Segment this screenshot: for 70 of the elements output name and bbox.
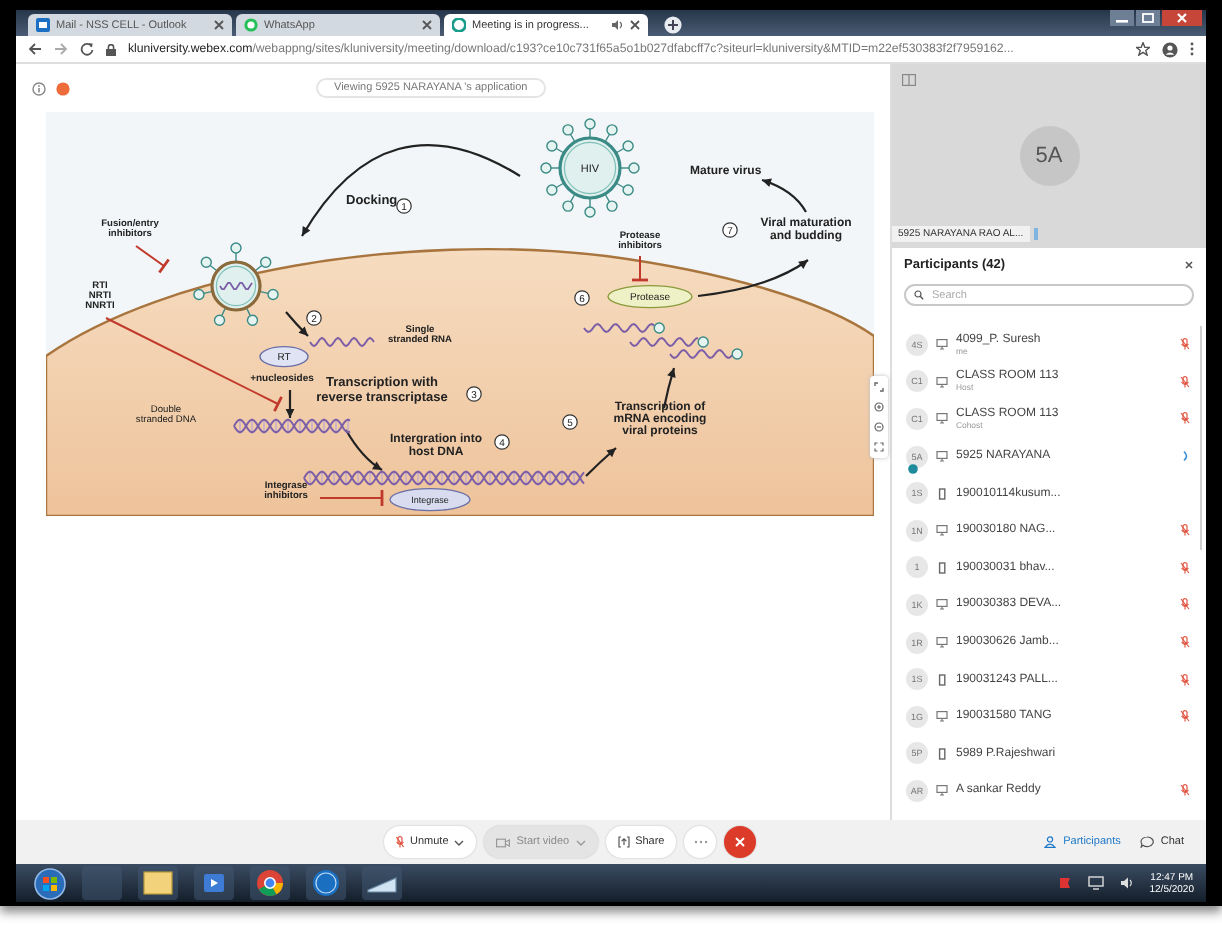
- avatar-initials: 5A: [1019, 126, 1079, 186]
- arrow: [761, 178, 807, 213]
- back-icon[interactable]: [28, 42, 42, 56]
- search-icon: [914, 290, 924, 300]
- speech-bubble-icon: [1140, 836, 1155, 848]
- muted-mic-icon[interactable]: [1180, 673, 1190, 686]
- dna-helix-drawing: [233, 418, 351, 434]
- forward-icon[interactable]: [54, 42, 68, 56]
- arrow: [585, 447, 617, 477]
- close-icon[interactable]: [630, 20, 640, 30]
- audio-wave-icon[interactable]: [1182, 450, 1190, 463]
- muted-mic-icon[interactable]: [1180, 598, 1190, 611]
- muted-mic-icon[interactable]: [1180, 710, 1190, 723]
- round-logo-icon[interactable]: [250, 866, 290, 900]
- close-icon: [734, 836, 747, 848]
- scanner-icon[interactable]: [362, 866, 402, 900]
- mail-icon: [36, 18, 50, 32]
- muted-mic-icon[interactable]: [1180, 412, 1190, 425]
- scrollbar[interactable]: [1199, 326, 1202, 550]
- close-icon[interactable]: [422, 20, 432, 30]
- expand-icon[interactable]: [874, 382, 884, 392]
- new-tab-button[interactable]: [664, 16, 682, 34]
- muted-mic-icon[interactable]: [1180, 338, 1190, 351]
- account-icon[interactable]: [1162, 41, 1178, 57]
- bar-icon: [1033, 228, 1038, 240]
- close-icon[interactable]: [1184, 259, 1194, 269]
- speaker-icon[interactable]: [612, 20, 624, 30]
- layout-icon[interactable]: [902, 74, 916, 86]
- info-icon[interactable]: [32, 81, 46, 95]
- maximize-icon[interactable]: [1136, 10, 1160, 26]
- speaker-icon[interactable]: [1119, 876, 1134, 890]
- muted-mic-icon[interactable]: [1180, 784, 1190, 797]
- muted-mic-icon[interactable]: [1180, 524, 1190, 537]
- folder-icon[interactable]: [138, 866, 178, 900]
- reload-icon[interactable]: [80, 42, 94, 56]
- rna-strand-drawing: [309, 336, 375, 348]
- inhibitor-line: [319, 490, 384, 506]
- arrow: [285, 390, 295, 418]
- round-logo-icon[interactable]: [306, 866, 346, 900]
- leave-button[interactable]: [724, 826, 757, 858]
- arrow: [285, 311, 309, 337]
- camera-icon: [496, 837, 511, 847]
- zoom-in-icon[interactable]: [874, 402, 884, 412]
- inhibitor-line: [632, 255, 648, 282]
- arrow: [345, 429, 383, 471]
- close-icon[interactable]: [214, 20, 224, 30]
- lock-icon: [106, 43, 116, 55]
- minimize-icon[interactable]: [1110, 10, 1134, 26]
- status-dot-icon: [56, 81, 70, 95]
- muted-mic-icon[interactable]: [1180, 561, 1190, 574]
- network-icon[interactable]: [1087, 876, 1104, 890]
- muted-mic-icon[interactable]: [1180, 636, 1190, 649]
- virus-drawing: [193, 242, 279, 326]
- muted-mic-icon: [396, 836, 404, 848]
- share-screen-icon: [617, 836, 630, 848]
- flag-icon[interactable]: [1057, 876, 1072, 890]
- media-player-icon[interactable]: [194, 866, 234, 900]
- start-button[interactable]: [34, 867, 66, 899]
- virus-drawing: [540, 118, 640, 218]
- caret-icon[interactable]: [454, 839, 465, 845]
- inhibitor-line: [135, 245, 170, 274]
- chat-bubble-icon: [244, 18, 258, 32]
- close-icon[interactable]: [1162, 10, 1202, 26]
- star-icon[interactable]: [1136, 42, 1150, 56]
- ring-icon: [452, 18, 466, 32]
- people-icon: [1043, 836, 1058, 848]
- zoom-out-icon[interactable]: [874, 422, 884, 432]
- fullscreen-icon[interactable]: [874, 442, 884, 452]
- arrow: [697, 259, 809, 298]
- muted-mic-icon[interactable]: [1180, 375, 1190, 388]
